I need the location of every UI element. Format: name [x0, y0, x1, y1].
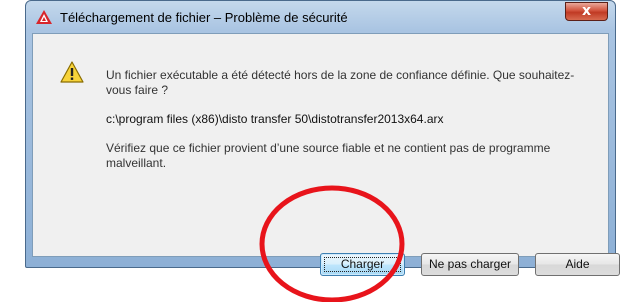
dont-load-button-label: Ne pas charger: [428, 257, 512, 271]
warning-icon: [60, 61, 84, 83]
autocad-app-icon: [36, 10, 52, 24]
close-button[interactable]: x: [565, 2, 608, 21]
help-button-label: Aide: [565, 257, 590, 271]
help-button[interactable]: Aide: [535, 253, 620, 276]
file-path: c:\program files (x86)\disto transfer 50…: [106, 112, 444, 126]
advice-message: Vérifiez que ce fichier provient d’une s…: [106, 141, 551, 170]
dialog-title: Téléchargement de fichier – Problème de …: [60, 10, 348, 25]
close-icon: x: [581, 3, 592, 19]
red-annotation-circle: [259, 185, 405, 302]
dont-load-button[interactable]: Ne pas charger: [421, 253, 519, 276]
warning-message: Un fichier exécutable a été détecté hors…: [106, 68, 575, 97]
title-bar[interactable]: Téléchargement de fichier – Problème de …: [26, 1, 615, 33]
